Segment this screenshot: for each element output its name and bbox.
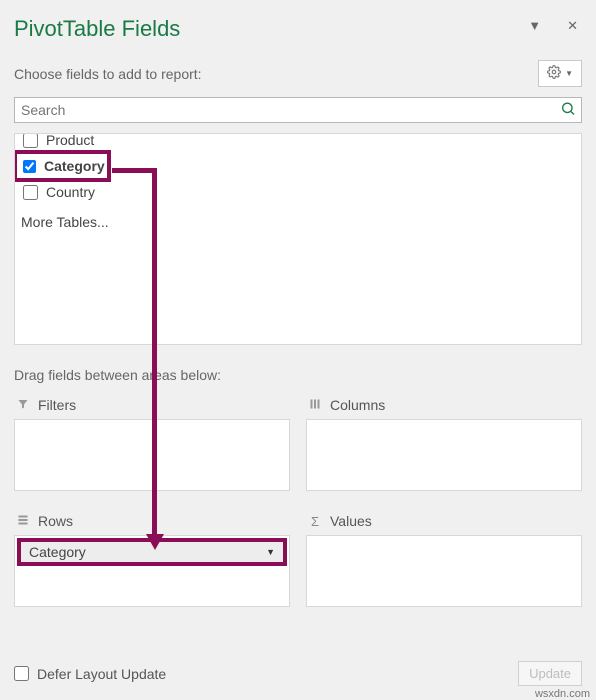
areas-grid: Filters Columns Rows Category bbox=[14, 395, 582, 607]
annotation-arrow bbox=[152, 168, 157, 188]
search-wrap bbox=[14, 97, 582, 123]
sigma-icon: Σ bbox=[308, 514, 322, 529]
caret-down-icon: ▼ bbox=[565, 69, 573, 78]
area-label: Rows bbox=[38, 513, 73, 529]
field-label: Product bbox=[46, 133, 94, 148]
pane-title: PivotTable Fields bbox=[14, 16, 180, 42]
area-header: Σ Values bbox=[306, 511, 582, 535]
area-body[interactable] bbox=[306, 419, 582, 491]
choose-fields-label: Choose fields to add to report: bbox=[14, 66, 202, 82]
caret-down-icon[interactable]: ▼ bbox=[266, 547, 275, 557]
area-header: Columns bbox=[306, 395, 582, 419]
defer-update-toggle[interactable]: Defer Layout Update bbox=[14, 666, 166, 682]
rows-item-label: Category bbox=[29, 544, 86, 560]
annotation-arrow bbox=[112, 168, 157, 173]
area-body[interactable] bbox=[306, 535, 582, 607]
defer-label: Defer Layout Update bbox=[37, 666, 166, 682]
field-item-category[interactable]: Category bbox=[14, 150, 111, 182]
area-label: Values bbox=[330, 513, 372, 529]
filter-icon bbox=[16, 398, 30, 413]
task-options-icon[interactable]: ▼ bbox=[524, 14, 545, 38]
more-tables-link[interactable]: More Tables... bbox=[15, 204, 581, 240]
tools-button[interactable]: ▼ bbox=[538, 60, 582, 87]
close-icon[interactable]: ✕ bbox=[563, 14, 582, 38]
footer: Defer Layout Update Update bbox=[14, 661, 582, 686]
watermark: wsxdn.com bbox=[535, 688, 590, 700]
rows-icon bbox=[16, 514, 30, 529]
columns-area[interactable]: Columns bbox=[306, 395, 582, 491]
annotation-arrow bbox=[152, 186, 157, 538]
sub-row: Choose fields to add to report: ▼ bbox=[14, 60, 582, 87]
columns-icon bbox=[308, 398, 322, 413]
drag-instruction: Drag fields between areas below: bbox=[14, 367, 582, 383]
field-checkbox[interactable] bbox=[23, 159, 36, 174]
title-bar: PivotTable Fields ▼ ✕ bbox=[14, 16, 582, 42]
defer-checkbox[interactable] bbox=[14, 666, 29, 681]
area-label: Columns bbox=[330, 397, 385, 413]
title-buttons: ▼ ✕ bbox=[524, 14, 582, 38]
field-checkbox[interactable] bbox=[23, 133, 38, 148]
field-checkbox[interactable] bbox=[23, 185, 38, 200]
update-button: Update bbox=[518, 661, 582, 686]
search-input[interactable] bbox=[14, 97, 582, 123]
area-label: Filters bbox=[38, 397, 76, 413]
field-label: Country bbox=[46, 184, 95, 200]
field-item-country[interactable]: Country bbox=[15, 180, 581, 204]
field-list[interactable]: Product Category Country More Tables... bbox=[14, 133, 582, 345]
field-label: Category bbox=[44, 158, 105, 174]
annotation-arrow-head bbox=[146, 534, 164, 550]
pivottable-fields-pane: PivotTable Fields ▼ ✕ Choose fields to a… bbox=[0, 0, 596, 700]
values-area[interactable]: Σ Values bbox=[306, 511, 582, 607]
gear-icon bbox=[547, 65, 561, 82]
